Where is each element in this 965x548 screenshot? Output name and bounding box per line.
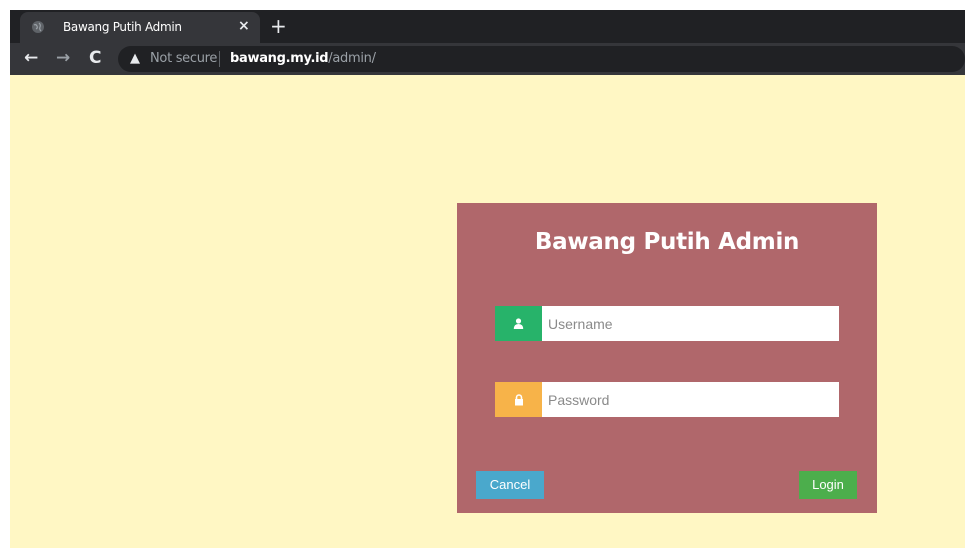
username-field (495, 306, 839, 341)
address-bar[interactable]: ▲ Not secure bawang.my.id/admin/ (118, 46, 965, 72)
page-content: Bawang Putih Admin Cancel Login (10, 75, 965, 548)
username-addon (495, 306, 542, 341)
warning-icon[interactable]: ▲ (130, 51, 140, 66)
browser-tabstrip: Bawang Putih Admin × + (10, 10, 965, 43)
url-divider (219, 51, 220, 67)
url-path: /admin/ (328, 51, 376, 66)
login-panel: Bawang Putih Admin Cancel Login (457, 203, 877, 513)
new-tab-icon[interactable]: + (270, 14, 287, 38)
tab-title: Bawang Putih Admin (63, 20, 182, 34)
back-arrow-icon[interactable]: ← (24, 48, 38, 68)
forward-arrow-icon[interactable]: → (56, 48, 70, 68)
login-button[interactable]: Login (799, 471, 857, 499)
browser-tab[interactable]: Bawang Putih Admin × (20, 12, 260, 43)
username-input[interactable] (542, 306, 839, 341)
password-input[interactable] (542, 382, 839, 417)
password-addon (495, 382, 542, 417)
url-text[interactable]: bawang.my.id/admin/ (230, 51, 376, 66)
globe-icon (32, 21, 44, 33)
tab-close-icon[interactable]: × (238, 18, 250, 34)
lock-icon (514, 393, 523, 405)
reload-icon[interactable]: C (89, 48, 101, 68)
browser-toolbar: ← → C ▲ Not secure bawang.my.id/admin/ (10, 43, 965, 75)
password-field (495, 382, 839, 417)
security-status[interactable]: Not secure (150, 51, 217, 66)
user-icon (513, 318, 524, 329)
login-title: Bawang Putih Admin (534, 229, 800, 255)
url-host: bawang.my.id (230, 51, 329, 66)
cancel-button[interactable]: Cancel (476, 471, 544, 499)
